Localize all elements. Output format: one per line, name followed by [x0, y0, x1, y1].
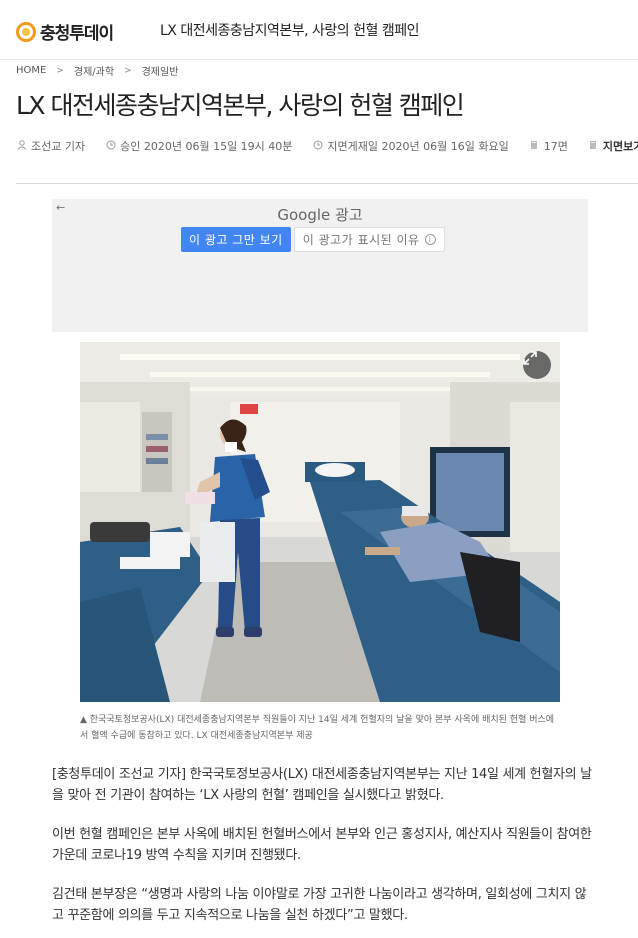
clock-icon — [105, 140, 116, 153]
google-logo: Google — [277, 206, 331, 224]
info-icon: i — [424, 234, 436, 245]
article-paragraph: 이번 헌혈 캠페인은 본부 사옥에 배치된 헌혈버스에서 본부와 인근 홍성지사… — [52, 827, 592, 863]
chevron-right-icon: > — [124, 65, 132, 76]
expand-icon[interactable] — [523, 351, 551, 379]
article-paragraph: [충청투데이 조선교 기자] 한국국토정보공사(LX) 대전세종충남지역본부는 … — [52, 767, 592, 803]
article-paragraph: 김건태 본부장은 “생명과 사랑의 나눔 이야말로 가장 고귀한 나눔이라고 생… — [52, 887, 587, 923]
stop-ad-button[interactable]: 이 광고 그만 보기 — [181, 227, 291, 252]
page-number: 17면 — [529, 138, 568, 154]
article-photo[interactable] — [80, 342, 560, 702]
blood-donation-bus-illustration — [80, 342, 560, 702]
ad-buttons: 이 광고 그만 보기 이 광고가 표시된 이유 i — [181, 227, 445, 252]
approved-time: 승인 2020년 06월 15일 19시 40분 — [105, 138, 292, 154]
author[interactable]: 조선교 기자 — [16, 138, 85, 154]
ad-brand: Google 광고 — [52, 204, 588, 225]
person-icon — [16, 139, 27, 153]
header-article-title: LX 대전세종충남지역본부, 사랑의 헌혈 캠페인 — [160, 23, 419, 39]
why-ad-button[interactable]: 이 광고가 표시된 이유 i — [293, 227, 445, 252]
logo-text: 충청투데이 — [40, 24, 114, 44]
print-date: 지면게재일 2020년 06월 16일 화요일 — [312, 138, 509, 154]
print-view-link[interactable]: 지면보기 — [588, 138, 638, 154]
breadcrumb-subsection[interactable]: 경제일반 — [142, 63, 179, 78]
book-icon — [529, 140, 540, 153]
author-name: 조선교 기자 — [31, 140, 86, 153]
article-body: [충청투데이 조선교 기자] 한국국토정보공사(LX) 대전세종충남지역본부는 … — [52, 764, 592, 938]
meta-divider-line — [16, 183, 638, 184]
why-ad-label: 이 광고가 표시된 이유 — [302, 233, 420, 247]
breadcrumb: HOME > 경제/과학 > 경제일반 — [16, 63, 178, 78]
page-number-text: 17면 — [543, 140, 568, 153]
chevron-right-icon: > — [56, 65, 64, 76]
approved-text: 승인 2020년 06월 15일 19시 40분 — [120, 140, 293, 153]
clock-icon — [312, 140, 323, 153]
print-view-label: 지면보기 — [602, 140, 638, 153]
article-meta: 조선교 기자 승인 2020년 06월 15일 19시 40분 지면게재일 20… — [16, 138, 638, 154]
article-title: LX 대전세종충남지역본부, 사랑의 헌혈 캠페인 — [16, 91, 465, 120]
photo-caption: ▲ 한국국토정보공사(LX) 대전세종충남지역본부 직원들이 지난 14일 세계… — [80, 715, 555, 741]
site-logo[interactable]: 충청투데이 — [16, 19, 114, 44]
breadcrumb-section[interactable]: 경제/과학 — [74, 63, 114, 78]
google-ad: ← Google 광고 이 광고 그만 보기 이 광고가 표시된 이유 i — [52, 199, 588, 332]
breadcrumb-home[interactable]: HOME — [16, 65, 46, 76]
print-date-text: 지면게재일 2020년 06월 16일 화요일 — [327, 140, 509, 153]
site-header: 충청투데이 LX 대전세종충남지역본부, 사랑의 헌혈 캠페인 — [0, 0, 638, 60]
logo-mark-icon — [16, 21, 36, 42]
ad-label: 광고 — [335, 206, 363, 224]
book-icon — [588, 140, 599, 153]
